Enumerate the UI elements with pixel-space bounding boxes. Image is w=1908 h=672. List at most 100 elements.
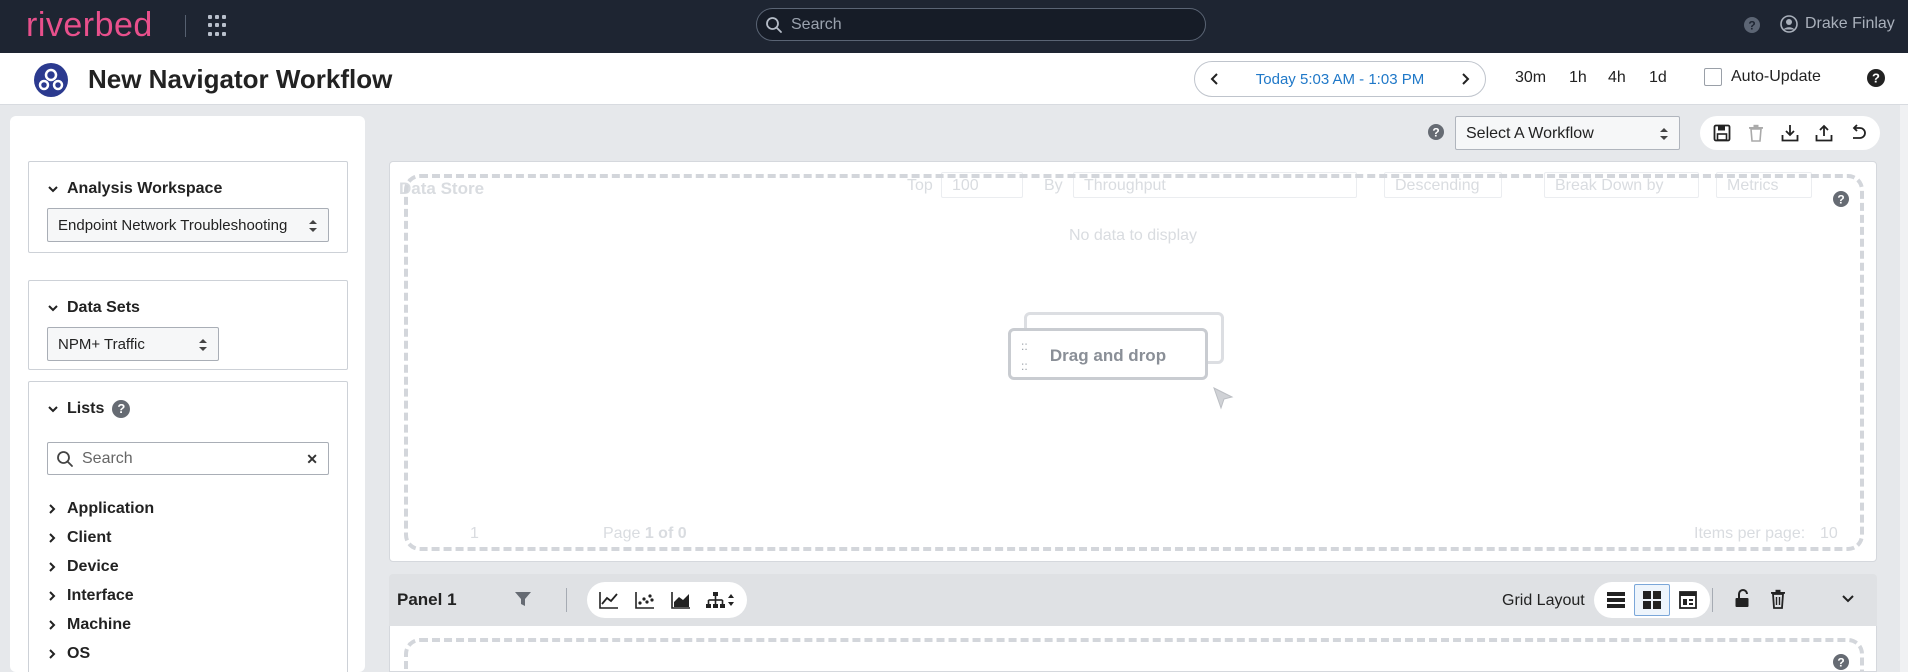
scatter-chart-icon[interactable] [627,584,663,616]
panel-divider [1712,588,1713,612]
chevron-down-icon[interactable] [1841,592,1855,606]
list-item-interface[interactable]: Interface [47,581,154,610]
riverbed-logo[interactable]: riverbed [26,6,153,45]
quick-range-30m[interactable]: 30m [1515,69,1546,87]
quick-range-4h[interactable]: 4h [1608,69,1626,87]
workflow-select-value: Select A Workflow [1466,125,1594,142]
data-sets-value: NPM+ Traffic [58,336,145,353]
analysis-workspace-header[interactable]: Analysis Workspace [47,180,222,198]
help-icon[interactable]: ? [1866,68,1886,93]
undo-icon[interactable] [1842,118,1874,148]
data-sets-heading: Data Sets [67,299,140,316]
chevron-right-icon [49,648,56,659]
list-item-label: Device [67,557,119,575]
svg-text:?: ? [1748,19,1755,33]
list-item-label: Application [67,499,155,517]
analysis-workspace-heading: Analysis Workspace [67,180,223,197]
help-icon[interactable]: ? [1427,123,1445,146]
list-layout-icon[interactable] [1598,584,1634,616]
workflow-actions [1700,116,1880,150]
grid-layout-icon[interactable] [1634,584,1670,616]
svg-text:?: ? [1872,71,1880,86]
chevron-left-icon[interactable] [1207,71,1223,87]
list-item-label: OS [67,644,91,662]
lists-search[interactable]: ✕ [47,442,329,475]
global-search[interactable] [756,8,1206,41]
analysis-workspace-select[interactable]: Endpoint Network Troubleshooting [47,208,329,242]
drag-and-drop-card[interactable]: :::: Drag and drop [1008,328,1208,380]
lists-header[interactable]: Lists ? [47,400,131,418]
help-icon[interactable]: ? [1832,190,1850,213]
list-item-application[interactable]: Application [47,494,154,523]
list-item-device[interactable]: Device [47,552,154,581]
dashboard-layout-icon[interactable] [1670,584,1706,616]
area-chart-icon[interactable] [663,584,699,616]
chevron-right-icon [49,503,56,514]
help-icon[interactable]: ? [1743,16,1761,39]
clear-icon[interactable]: ✕ [306,451,318,468]
title-bar: New Navigator Workflow Today 5:03 AM - 1… [0,53,1908,105]
select-arrows-icon [199,339,207,351]
download-icon[interactable] [1774,118,1806,148]
lists-search-input[interactable] [82,450,282,468]
save-icon[interactable] [1706,118,1738,148]
auto-update-checkbox[interactable] [1704,68,1722,86]
panel-1-body: ? [389,626,1877,672]
unlock-icon[interactable] [1734,589,1752,609]
upload-icon[interactable] [1808,118,1840,148]
auto-update-toggle[interactable]: Auto-Update [1704,68,1821,86]
grid-layout-label: Grid Layout [1502,592,1585,609]
tree-chart-icon[interactable] [699,584,743,616]
search-icon [766,17,782,33]
filter-icon[interactable] [514,590,532,608]
panel-name[interactable]: Panel 1 [397,590,457,610]
data-sets-header[interactable]: Data Sets [47,299,140,317]
quick-range-1d[interactable]: 1d [1649,69,1667,87]
drag-and-drop-label: Drag and drop [1049,346,1167,365]
data-store-panel: Data Store Top 100 By Throughput Descend… [389,161,1877,562]
chevron-down-icon [48,406,58,413]
global-search-input[interactable] [791,15,1191,35]
help-icon[interactable]: ? [112,400,131,418]
left-sidebar: Analysis Workspace Endpoint Network Trou… [10,116,365,672]
trash-icon[interactable] [1770,589,1786,609]
workflow-select[interactable]: Select A Workflow [1455,116,1680,150]
search-icon [57,451,73,467]
app-launcher-icon[interactable] [208,15,230,37]
list-item-os[interactable]: OS [47,639,154,668]
panel-1-header: Panel 1 Grid Layout [389,574,1877,626]
cursor-pointer-icon [1213,387,1234,410]
grid-layout-toggle [1594,582,1710,618]
top-navigation-bar: riverbed ? Drake Finlay [0,0,1908,53]
lists-heading: Lists [67,400,105,417]
drop-zone[interactable] [404,638,1864,672]
line-chart-icon[interactable] [591,584,627,616]
lists-card: Lists ? ✕ Application Client Device I [28,381,348,672]
time-range-picker[interactable]: Today 5:03 AM - 1:03 PM [1194,61,1486,97]
navigator-app-icon [34,63,68,97]
chevron-down-icon [48,305,58,312]
list-item-label: Machine [67,615,132,633]
page-scrollbar[interactable] [1900,105,1908,672]
chevron-right-icon [49,561,56,572]
quick-range-1h[interactable]: 1h [1569,69,1587,87]
analysis-workspace-card: Analysis Workspace Endpoint Network Trou… [28,161,348,253]
delete-icon[interactable] [1740,118,1772,148]
chevron-down-icon [48,186,58,193]
chevron-right-icon [49,532,56,543]
time-range-label[interactable]: Today 5:03 AM - 1:03 PM [1235,71,1445,88]
user-menu[interactable]: Drake Finlay [1780,15,1895,33]
list-item-label: Client [67,528,112,546]
help-icon[interactable]: ? [1832,653,1850,672]
chevron-right-icon[interactable] [1457,71,1473,87]
select-arrows-icon [308,219,318,233]
chevron-right-icon [49,590,56,601]
list-item-client[interactable]: Client [47,523,154,552]
user-name: Drake Finlay [1805,15,1895,32]
chevron-right-icon [49,619,56,630]
page-title: New Navigator Workflow [88,64,393,94]
list-item-machine[interactable]: Machine [47,610,154,639]
lists-items: Application Client Device Interface Mach… [47,494,154,668]
data-sets-select[interactable]: NPM+ Traffic [47,327,219,361]
chart-type-group [587,582,747,618]
